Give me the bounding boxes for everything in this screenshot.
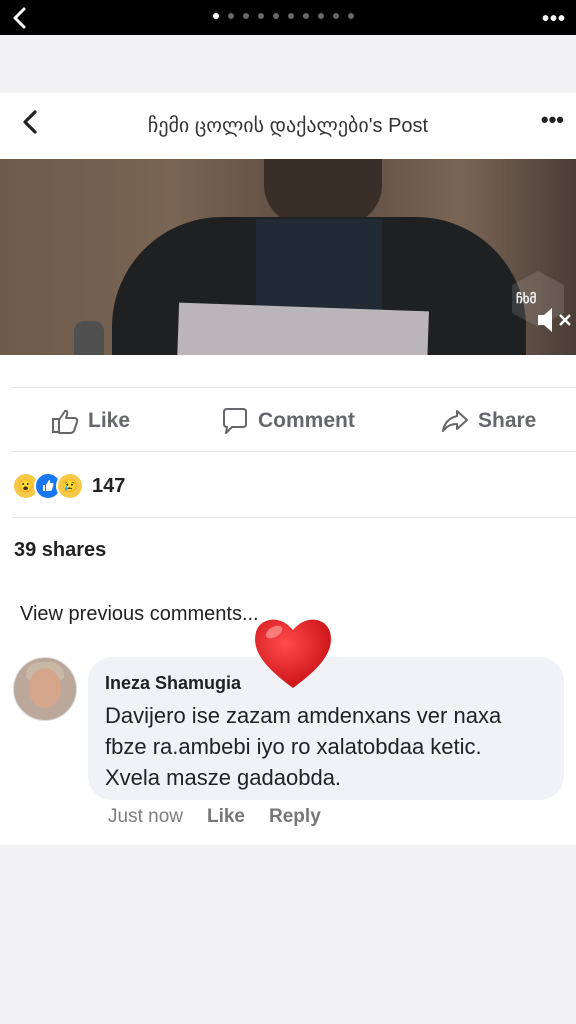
more-options-icon[interactable]: •••: [542, 8, 566, 31]
heart-icon: [255, 619, 331, 688]
comment-label: Comment: [258, 409, 355, 432]
like-label: Like: [88, 409, 131, 432]
share-label: Share: [478, 409, 537, 432]
back-arrow-icon[interactable]: [6, 4, 34, 32]
page-dot: [258, 13, 264, 19]
comment-icon: [223, 408, 247, 434]
page-dot: [288, 13, 294, 19]
reactions-summary[interactable]: 😮 😢 147: [12, 472, 125, 500]
avatar[interactable]: [13, 657, 77, 721]
channel-logo-text: ჩხმ: [516, 291, 537, 306]
page-dot: [318, 13, 324, 19]
page-dot-active: [213, 13, 219, 19]
comment-reply-link[interactable]: Reply: [269, 806, 321, 828]
page-dot: [273, 13, 279, 19]
comment-button[interactable]: Comment: [220, 404, 355, 438]
reaction-count: 147: [92, 474, 126, 497]
video-paper: [177, 302, 429, 355]
page-dot: [303, 13, 309, 19]
avatar-face: [29, 668, 61, 708]
share-arrow-icon: [442, 410, 468, 432]
page-indicator: [213, 13, 354, 19]
page-dot: [228, 13, 234, 19]
shares-count[interactable]: 39 shares: [14, 539, 106, 562]
share-button[interactable]: Share: [440, 404, 536, 438]
view-previous-comments-link[interactable]: View previous comments...: [20, 603, 259, 626]
video-player[interactable]: ჩხმ: [0, 159, 576, 355]
comment-like-link[interactable]: Like: [207, 806, 245, 828]
more-options-icon[interactable]: •••: [541, 107, 564, 133]
thumbs-up-icon: [52, 409, 79, 434]
top-bar: •••: [0, 0, 576, 35]
divider: [12, 387, 576, 388]
comment-author[interactable]: Ineza Shamugia: [105, 673, 241, 694]
page-dot: [333, 13, 339, 19]
divider: [12, 451, 576, 452]
sad-icon: 😢: [56, 472, 84, 500]
page-dot: [348, 13, 354, 19]
page-title: ჩემი ცოლის დაქალები's Post: [147, 115, 429, 137]
page-dot: [243, 13, 249, 19]
video-statue: [74, 321, 104, 355]
comment-timestamp: Just now: [108, 806, 183, 827]
comment-text: Davijero ise zazam amdenxans ver naxa fb…: [105, 703, 502, 790]
video-person-head: [264, 159, 382, 225]
mute-icon[interactable]: [536, 305, 576, 335]
like-button[interactable]: Like: [50, 404, 130, 438]
post-header: ჩემი ცოლის დაქალები's Post •••: [0, 93, 576, 159]
divider: [12, 517, 576, 518]
comment-meta: Just now Like Reply: [108, 806, 321, 828]
